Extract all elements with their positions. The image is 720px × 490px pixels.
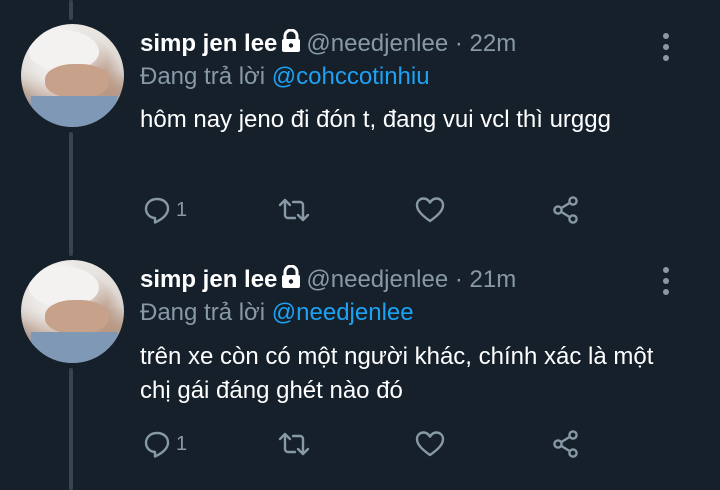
replying-to-label: Đang trả lời [140,63,266,90]
tweet-text: trên xe còn có một người khác, chính xác… [140,343,654,404]
display-name[interactable]: simp jen lee [140,266,277,293]
more-vertical-icon[interactable] [658,267,674,295]
tweet[interactable]: simp jen lee @needjenlee · 22m Đang trả l… [0,0,720,250]
tweet[interactable]: simp jen lee @needjenlee · 21m Đang trả l… [0,250,720,490]
avatar-jeans [31,96,117,127]
display-name[interactable]: simp jen lee [140,30,277,57]
avatar[interactable] [21,260,124,363]
reply-icon [142,429,172,459]
replying-to: Đang trả lời @cohccotinhiu [140,62,430,92]
avatar[interactable] [21,24,124,127]
share-button[interactable] [550,426,582,462]
like-button[interactable] [414,426,446,462]
reply-mention-link[interactable]: @needjenlee [272,299,414,326]
tweet-actions: 1 [140,192,600,228]
avatar-skin [45,300,109,334]
reply-count: 1 [176,432,188,455]
avatar-jeans [31,332,117,363]
more-vertical-icon[interactable] [658,33,674,61]
share-icon [550,194,582,226]
heart-icon [414,195,446,225]
retweet-button[interactable] [276,192,312,228]
lock-icon [280,28,302,61]
avatar-skin [45,64,109,98]
share-icon [550,428,582,460]
reply-count: 1 [176,198,188,221]
reply-button[interactable]: 1 [142,426,187,462]
separator: · [454,30,463,57]
tweet-header: simp jen lee @needjenlee · 22m [140,28,517,61]
tweet-actions: 1 [140,426,600,462]
retweet-icon [276,429,312,459]
heart-icon [414,429,446,459]
reply-icon [142,195,172,225]
timestamp[interactable]: 21m [470,266,517,293]
separator: · [454,266,463,293]
lock-icon [280,264,302,297]
replying-to-label: Đang trả lời [140,299,266,326]
reply-button[interactable]: 1 [142,192,187,228]
retweet-button[interactable] [276,426,312,462]
reply-mention-link[interactable]: @cohccotinhiu [272,63,430,90]
like-button[interactable] [414,192,446,228]
tweet-text: hôm nay jeno đi đón t, đang vui vcl thì … [140,106,611,133]
share-button[interactable] [550,192,582,228]
tweet-header: simp jen lee @needjenlee · 21m [140,264,517,297]
replying-to: Đang trả lời @needjenlee [140,298,414,328]
retweet-icon [276,195,312,225]
handle[interactable]: @needjenlee [306,266,448,293]
timestamp[interactable]: 22m [470,30,517,57]
handle[interactable]: @needjenlee [306,30,448,57]
